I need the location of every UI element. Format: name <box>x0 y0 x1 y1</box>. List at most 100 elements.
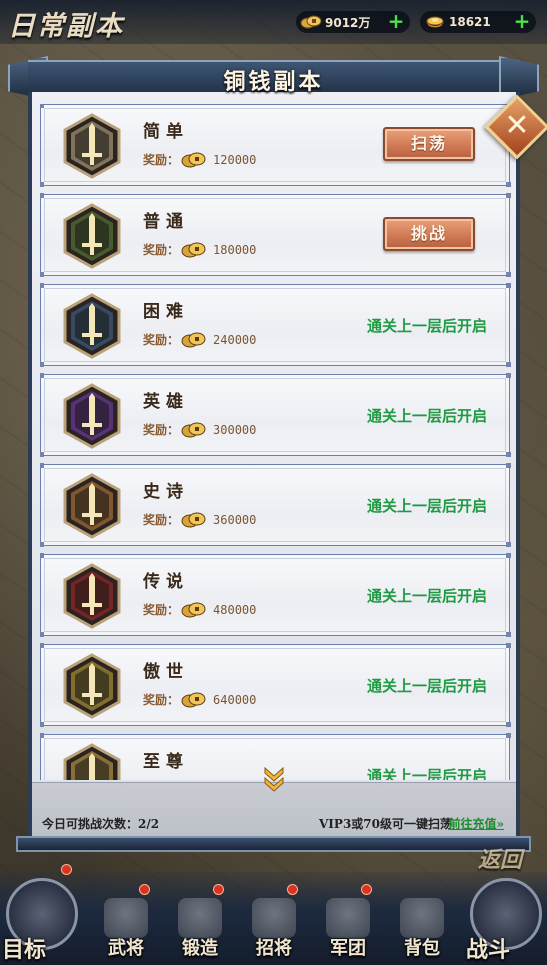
nav-goals[interactable]: 目标 <box>2 864 82 964</box>
reward-label: 奖励： <box>143 513 180 527</box>
close-icon[interactable]: ✕ <box>494 104 540 150</box>
copper-coin-icon <box>181 422 206 437</box>
row-corner-ornament <box>506 362 511 367</box>
bottom-nav: 目标 武将 锻造 招将 军团 背包 战斗 <box>0 864 547 965</box>
dungeon-panel: 简单 奖励： 120000 扫荡 普通 奖励： 180000 挑战 困难 奖励：… <box>28 92 520 852</box>
dungeon-row[interactable]: 困难 奖励： 240000 通关上一层后开启 <box>40 283 511 367</box>
recruit-scroll-icon <box>252 898 296 938</box>
row-corner-ornament <box>40 553 44 558</box>
recharge-link[interactable]: 前往充值» <box>448 815 504 832</box>
nav-label: 背包 <box>404 938 440 959</box>
row-corner-ornament <box>40 104 44 108</box>
sword-emblem-icon <box>63 383 121 449</box>
copper-coin-icon <box>181 512 206 527</box>
notification-dot <box>361 884 372 895</box>
nav-label: 招将 <box>256 938 292 959</box>
row-corner-ornament <box>40 193 44 198</box>
dungeon-name: 史诗 <box>143 482 189 502</box>
vip-sweep-note: VIP3或70级可一键扫荡 <box>319 817 452 831</box>
nav-bag[interactable]: 背包 <box>388 898 456 962</box>
locked-status: 通关上一层后开启 <box>366 587 487 605</box>
attempts-remaining: 今日可挑战次数：2/2 <box>42 817 160 831</box>
dungeon-row[interactable]: 简单 奖励： 120000 扫荡 <box>40 104 511 187</box>
helmet-icon <box>104 898 148 938</box>
dungeon-row[interactable]: 传说 奖励： 480000 通关上一层后开启 <box>40 553 511 637</box>
row-corner-ornament <box>40 722 44 727</box>
add-coins-button[interactable]: + <box>386 11 406 32</box>
reward-amount: 480000 <box>213 602 257 617</box>
page-title: 日常副本 <box>8 11 124 42</box>
nav-label: 战斗 <box>466 937 511 963</box>
row-corner-ornament <box>40 272 44 277</box>
sword-emblem-icon <box>63 113 121 179</box>
reward-line: 奖励： 180000 <box>143 241 256 258</box>
row-corner-ornament <box>506 542 511 547</box>
dungeon-name: 困难 <box>143 302 189 322</box>
nav-legion[interactable]: 军团 <box>314 884 382 962</box>
banner-icon <box>326 898 370 938</box>
row-corner-ornament <box>506 193 511 198</box>
coin-stack-icon <box>300 15 322 29</box>
locked-status: 通关上一层后开启 <box>366 767 487 780</box>
nav-battle[interactable]: 战斗 <box>466 878 546 964</box>
nav-label: 锻造 <box>182 938 218 959</box>
row-corner-ornament <box>40 182 44 187</box>
row-corner-ornament <box>506 643 511 648</box>
reward-label: 奖励： <box>143 603 180 617</box>
back-button[interactable]: 返回 <box>478 842 522 874</box>
reward-amount: 120000 <box>213 152 257 167</box>
notification-dot <box>61 864 72 875</box>
coin-counter: 9012万 + <box>296 11 410 33</box>
dungeon-row[interactable]: 英雄 奖励： 300000 通关上一层后开启 <box>40 373 511 457</box>
sword-emblem-icon <box>63 563 121 629</box>
row-corner-ornament <box>40 463 44 468</box>
reward-line: 奖励： 640000 <box>143 691 256 708</box>
row-corner-ornament <box>40 643 44 648</box>
copper-coin-icon <box>181 602 206 617</box>
row-corner-ornament <box>506 373 511 378</box>
nav-forge[interactable]: 锻造 <box>166 884 234 962</box>
top-bar: 日常副本 9012万 + 18621 + <box>0 0 547 44</box>
row-corner-ornament <box>40 632 44 637</box>
panel-bottom-frame <box>16 836 531 852</box>
row-corner-ornament <box>506 632 511 637</box>
row-corner-ornament <box>40 362 44 367</box>
copper-coin-icon <box>181 242 206 257</box>
add-ingots-button[interactable]: + <box>512 11 532 32</box>
dungeon-name: 傲世 <box>143 662 189 682</box>
sweep-button[interactable]: 扫荡 <box>383 127 475 161</box>
reward-label: 奖励： <box>143 333 180 347</box>
copper-coin-icon <box>181 692 206 707</box>
reward-line: 奖励： 120000 <box>143 151 256 168</box>
sword-emblem-icon <box>63 653 121 719</box>
nav-label: 目标 <box>2 937 47 963</box>
nav-recruit[interactable]: 招将 <box>240 884 308 962</box>
row-corner-ornament <box>40 733 44 738</box>
row-corner-ornament <box>506 272 511 277</box>
sword-emblem-icon <box>63 743 121 780</box>
dungeon-row[interactable]: 普通 奖励： 180000 挑战 <box>40 193 511 277</box>
row-corner-ornament <box>506 182 511 187</box>
reward-label: 奖励： <box>143 243 180 257</box>
reward-line: 奖励： 360000 <box>143 511 256 528</box>
dungeon-row[interactable]: 史诗 奖励： 360000 通关上一层后开启 <box>40 463 511 547</box>
dungeon-list[interactable]: 简单 奖励： 120000 扫荡 普通 奖励： 180000 挑战 困难 奖励：… <box>40 104 516 780</box>
dungeon-name: 英雄 <box>143 392 189 412</box>
locked-status: 通关上一层后开启 <box>366 497 487 515</box>
reward-amount: 360000 <box>213 512 257 527</box>
row-corner-ornament <box>506 722 511 727</box>
dungeon-row[interactable]: 傲世 奖励： 640000 通关上一层后开启 <box>40 643 511 727</box>
nav-label: 武将 <box>108 938 144 959</box>
dungeon-name: 至尊 <box>143 752 189 772</box>
challenge-button[interactable]: 挑战 <box>383 217 475 251</box>
reward-label: 奖励： <box>143 423 180 437</box>
reward-line: 奖励： 240000 <box>143 331 256 348</box>
sword-emblem-icon <box>63 293 121 359</box>
nav-label: 军团 <box>330 938 366 959</box>
coin-amount: 9012万 <box>325 15 371 30</box>
scroll-down-icon[interactable] <box>262 765 286 793</box>
dungeon-name: 普通 <box>143 212 189 232</box>
reward-amount: 180000 <box>213 242 257 257</box>
nav-generals[interactable]: 武将 <box>92 884 160 962</box>
reward-line: 奖励： 480000 <box>143 601 256 618</box>
